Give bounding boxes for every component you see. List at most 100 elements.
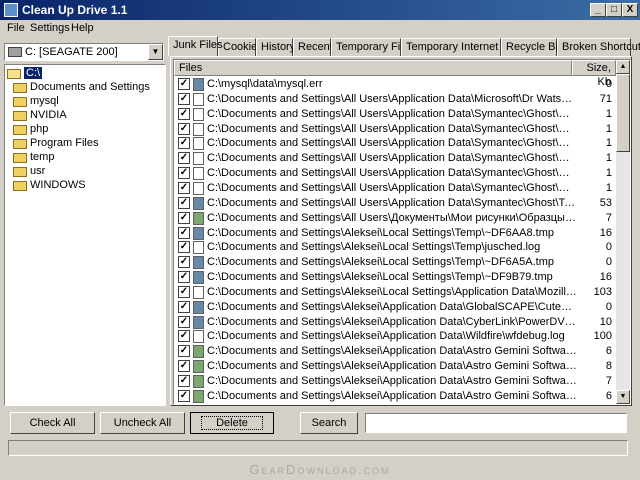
- program-file-icon: [193, 271, 204, 285]
- table-row[interactable]: ✓ C:\Documents and Settings\Aleksei\Appli…: [174, 315, 614, 330]
- table-row[interactable]: ✓ C:\Documents and Settings\All Users\App…: [174, 196, 614, 211]
- menu-settings[interactable]: Settings: [30, 22, 70, 34]
- window-title: Clean Up Drive 1.1: [22, 3, 128, 17]
- table-row[interactable]: ✓ C:\Documents and Settings\All Users\App…: [174, 151, 614, 166]
- uncheck-all-button[interactable]: Uncheck All: [100, 412, 185, 434]
- scroll-up-icon[interactable]: ▲: [616, 60, 630, 74]
- tree-item-label: Program Files: [30, 137, 99, 149]
- watermark-text: GearDownload.com: [249, 462, 391, 477]
- row-checkbox[interactable]: ✓: [178, 226, 190, 239]
- table-row[interactable]: ✓ C:\Documents and Settings\Aleksei\Local…: [174, 270, 614, 285]
- file-size: 1: [605, 107, 612, 120]
- table-row[interactable]: ✓ C:\Documents and Settings\Aleksei\Appli…: [174, 389, 614, 404]
- row-checkbox[interactable]: ✓: [178, 107, 190, 120]
- table-row[interactable]: ✓ C:\Documents and Settings\Aleksei\Local…: [174, 240, 614, 255]
- tab-recycle-bin[interactable]: Recycle Bin: [501, 38, 564, 56]
- file-path: C:\Documents and Settings\All Users\Appl…: [207, 196, 577, 209]
- file-size: 10: [599, 315, 612, 328]
- table-row[interactable]: ✓ C:\Documents and Settings\All Users\App…: [174, 136, 614, 151]
- table-row[interactable]: ✓ C:\Documents and Settings\Aleksei\Appli…: [174, 374, 614, 389]
- table-row[interactable]: ✓ C:\mysql\data\mysql.err 0: [174, 77, 614, 92]
- table-row[interactable]: ✓ C:\Documents and Settings\All Users\Док…: [174, 211, 614, 226]
- row-checkbox[interactable]: ✓: [178, 196, 190, 209]
- search-button[interactable]: Search: [300, 412, 358, 434]
- row-checkbox[interactable]: ✓: [178, 167, 190, 180]
- tab-broken-shortcuts[interactable]: Broken Shortcuts: [557, 38, 640, 56]
- row-checkbox[interactable]: ✓: [178, 92, 190, 105]
- folder-icon: [13, 181, 27, 191]
- row-checkbox[interactable]: ✓: [178, 271, 190, 284]
- row-checkbox[interactable]: ✓: [178, 122, 190, 135]
- table-row[interactable]: ✓ C:\Documents and Settings\All Users\App…: [174, 166, 614, 181]
- row-checkbox[interactable]: ✓: [178, 256, 190, 269]
- scrollbar-thumb[interactable]: [616, 74, 630, 152]
- table-row[interactable]: ✓ C:\Documents and Settings\Aleksei\Appli…: [174, 359, 614, 374]
- file-path: C:\Documents and Settings\Aleksei\Local …: [207, 226, 554, 239]
- document-file-icon: [193, 122, 204, 136]
- hard-drive-icon: [8, 47, 22, 57]
- row-checkbox[interactable]: ✓: [178, 78, 190, 90]
- table-row[interactable]: ✓ C:\Documents and Settings\All Users\App…: [174, 107, 614, 122]
- tab-cookies[interactable]: Cookies: [218, 38, 263, 56]
- delete-button[interactable]: Delete: [190, 412, 274, 434]
- table-row[interactable]: ✓ C:\Documents and Settings\Aleksei\Local…: [174, 285, 614, 300]
- folder-tree[interactable]: C:\ Documents and Settings mysql NVIDIA …: [4, 64, 166, 406]
- tab-history[interactable]: History: [256, 38, 295, 56]
- check-all-button[interactable]: Check All: [10, 412, 95, 434]
- close-button[interactable]: X: [622, 3, 638, 17]
- row-checkbox[interactable]: ✓: [178, 315, 190, 328]
- table-row[interactable]: ✓ C:\Documents and Settings\All Users\App…: [174, 181, 614, 196]
- row-checkbox[interactable]: ✓: [178, 137, 190, 150]
- row-checkbox[interactable]: ✓: [178, 211, 190, 224]
- file-size: 103: [593, 285, 612, 298]
- menu-help[interactable]: Help: [71, 22, 94, 34]
- tab-recent[interactable]: Recent: [293, 38, 333, 56]
- image-file-icon: [193, 389, 204, 403]
- document-file-icon: [193, 167, 204, 181]
- title-bar: Clean Up Drive 1.1 _ □ X: [0, 0, 640, 20]
- file-size: 100: [593, 330, 612, 343]
- row-checkbox[interactable]: ✓: [178, 241, 190, 254]
- program-file-icon: [193, 78, 204, 91]
- row-checkbox[interactable]: ✓: [178, 285, 190, 298]
- menu-file[interactable]: File: [7, 22, 25, 34]
- chevron-down-icon[interactable]: ▼: [148, 44, 163, 60]
- file-path: C:\Documents and Settings\All Users\Appl…: [207, 107, 577, 120]
- row-checkbox[interactable]: ✓: [178, 330, 190, 343]
- row-checkbox[interactable]: ✓: [178, 360, 190, 373]
- table-row[interactable]: ✓ C:\Documents and Settings\Aleksei\Local…: [174, 226, 614, 241]
- row-checkbox[interactable]: ✓: [178, 389, 190, 402]
- file-list[interactable]: Files Size, Kb ✓ C:\mysql\data\mysql.err 0…: [173, 59, 631, 405]
- image-file-icon: [193, 360, 204, 374]
- program-file-icon: [193, 300, 204, 314]
- tab-junk-files[interactable]: Junk Files: [168, 36, 223, 56]
- column-header-files[interactable]: Files: [174, 60, 572, 76]
- row-checkbox[interactable]: ✓: [178, 152, 190, 165]
- tab-temporary-internet-files[interactable]: Temporary Internet Files: [401, 38, 525, 56]
- column-header-size[interactable]: Size, Kb: [572, 60, 616, 88]
- search-input[interactable]: [365, 413, 627, 433]
- row-checkbox[interactable]: ✓: [178, 300, 190, 313]
- table-row[interactable]: ✓ C:\Documents and Settings\Aleksei\Appli…: [174, 300, 614, 315]
- maximize-button[interactable]: □: [606, 3, 622, 17]
- tree-item-label: usr: [30, 165, 46, 177]
- tab-temporary-files[interactable]: Temporary Files: [331, 38, 414, 56]
- scroll-down-icon[interactable]: ▼: [616, 390, 630, 404]
- table-row[interactable]: ✓ C:\Documents and Settings\All Users\App…: [174, 122, 614, 137]
- document-file-icon: [193, 285, 204, 299]
- table-row[interactable]: ✓ C:\Documents and Settings\Aleksei\Local…: [174, 255, 614, 270]
- file-size: 1: [605, 137, 612, 150]
- image-file-icon: [193, 345, 204, 359]
- tree-item-label: Documents and Settings: [30, 81, 150, 93]
- vertical-scrollbar[interactable]: ▲ ▼: [616, 60, 630, 404]
- table-row[interactable]: ✓ C:\Documents and Settings\Aleksei\Appli…: [174, 344, 614, 359]
- row-checkbox[interactable]: ✓: [178, 181, 190, 194]
- row-checkbox[interactable]: ✓: [178, 345, 190, 358]
- table-row[interactable]: ✓ C:\Documents and Settings\Aleksei\Appli…: [174, 329, 614, 344]
- minimize-button[interactable]: _: [590, 3, 606, 17]
- folder-icon: [13, 111, 27, 121]
- file-size: 0: [605, 241, 612, 254]
- drive-select[interactable]: C: [SEAGATE 200] ▼: [4, 43, 164, 61]
- row-checkbox[interactable]: ✓: [178, 375, 190, 387]
- table-row[interactable]: ✓ C:\Documents and Settings\All Users\App…: [174, 92, 614, 107]
